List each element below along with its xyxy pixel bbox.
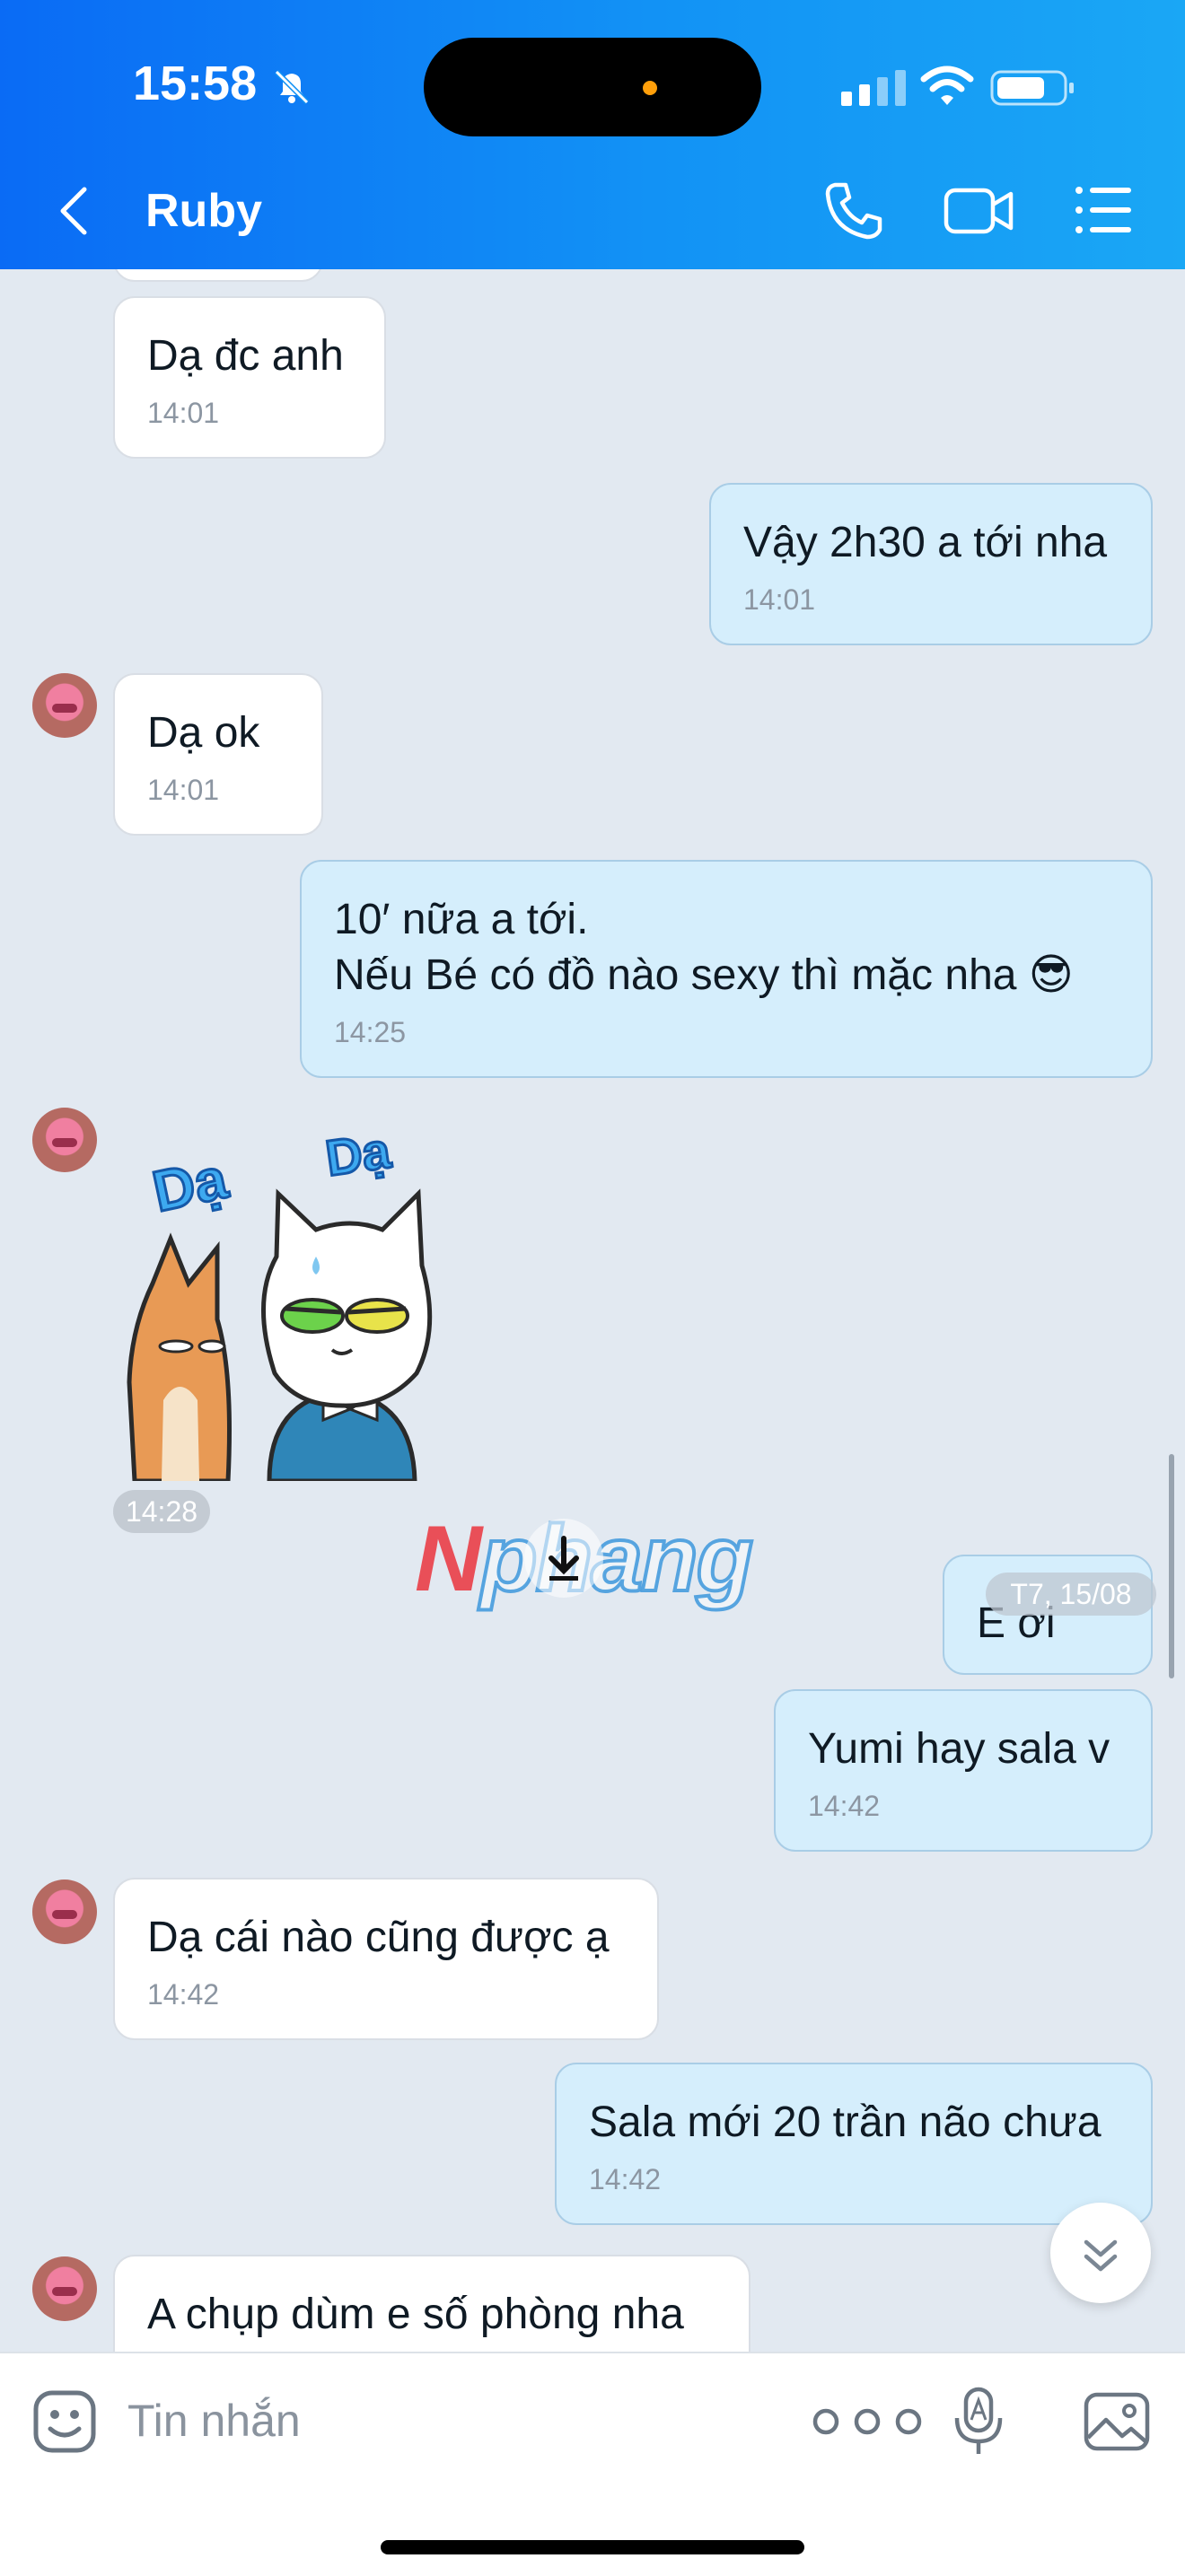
download-icon bbox=[549, 1536, 579, 1581]
message-composer: Tin nhắn bbox=[0, 2352, 1185, 2576]
cellular-signal-icon bbox=[841, 70, 906, 106]
message-bubble-outgoing[interactable]: Yumi hay sala v 14:42 bbox=[774, 1689, 1153, 1852]
date-separator: T7, 15/08 bbox=[986, 1573, 1156, 1616]
avatar[interactable] bbox=[32, 1108, 97, 1172]
message-time: 14:42 bbox=[589, 2163, 662, 2195]
message-bubble-incoming[interactable]: A chụp dùm e số phòng nha bbox=[113, 2255, 750, 2352]
message-time: 14:01 bbox=[743, 583, 816, 616]
message-bubble-incoming[interactable]: Dạ đc anh 14:01 bbox=[113, 296, 386, 459]
more-dots-icon[interactable] bbox=[808, 2404, 926, 2440]
message-time: 14:28 bbox=[113, 1490, 210, 1533]
message-time: 14:42 bbox=[147, 1978, 220, 2011]
scroll-down-icon bbox=[1084, 2239, 1118, 2272]
download-button[interactable] bbox=[524, 1519, 603, 1598]
avatar[interactable] bbox=[32, 1879, 97, 1944]
scroll-down-button[interactable] bbox=[1050, 2203, 1151, 2303]
voice-mic-icon[interactable] bbox=[952, 2386, 1005, 2458]
list-menu-icon[interactable] bbox=[1074, 183, 1133, 237]
battery-icon bbox=[990, 70, 1074, 106]
avatar[interactable] bbox=[32, 2256, 97, 2321]
sticker-text-left: Dạ bbox=[147, 1145, 233, 1224]
privacy-dot bbox=[643, 81, 657, 95]
message-list[interactable]: Dạ đc anh 14:01 Vậy 2h30 a tới nha 14:01… bbox=[0, 269, 1185, 2352]
message-text: Dạ ok bbox=[147, 709, 260, 757]
chat-header: 15:58 Ruby bbox=[0, 0, 1185, 269]
sticker-image[interactable]: Dạ Dạ bbox=[117, 1104, 494, 1481]
message-time: 14:42 bbox=[808, 1790, 881, 1822]
contact-name[interactable]: Ruby bbox=[145, 184, 262, 238]
message-bubble-incoming[interactable]: Dạ cái nào cũng được ạ 14:42 bbox=[113, 1878, 659, 2040]
phone-icon[interactable] bbox=[822, 180, 885, 242]
wifi-icon bbox=[920, 66, 974, 105]
message-time: 14:25 bbox=[334, 1016, 407, 1048]
message-text: Vậy 2h30 a tới nha bbox=[743, 519, 1108, 566]
bell-off-icon bbox=[274, 69, 310, 105]
message-text: Dạ cái nào cũng được ạ bbox=[147, 1914, 610, 1961]
watermark-text: phang bbox=[478, 1505, 755, 1613]
watermark-initial: N bbox=[415, 1507, 482, 1611]
message-bubble-outgoing[interactable]: 10′ nữa a tới. Nếu Bé có đồ nào sexy thì… bbox=[300, 860, 1153, 1078]
avatar[interactable] bbox=[32, 673, 97, 738]
dynamic-island bbox=[424, 38, 761, 136]
message-bubble-outgoing[interactable]: Sala mới 20 trần não chưa 14:42 bbox=[555, 2063, 1153, 2225]
message-text: Yumi hay sala v bbox=[808, 1725, 1110, 1773]
message-input[interactable]: Tin nhắn bbox=[127, 2395, 301, 2447]
message-bubble-incoming[interactable] bbox=[113, 269, 323, 282]
image-gallery-icon[interactable] bbox=[1083, 2391, 1151, 2452]
message-bubble-outgoing[interactable]: Vậy 2h30 a tới nha 14:01 bbox=[709, 483, 1153, 645]
message-text: 10′ nữa a tới. Nếu Bé có đồ nào sexy thì… bbox=[334, 896, 1074, 999]
sticker-text-right: Dạ bbox=[322, 1121, 395, 1186]
sticker-emoji-icon[interactable] bbox=[32, 2389, 97, 2454]
scrollbar[interactable] bbox=[1169, 1454, 1174, 1678]
message-text: A chụp dùm e số phòng nha bbox=[147, 2291, 684, 2338]
message-text: Sala mới 20 trần não chưa bbox=[589, 2098, 1102, 2146]
message-bubble-incoming[interactable]: Dạ ok 14:01 bbox=[113, 673, 323, 836]
message-time: 14:01 bbox=[147, 397, 220, 429]
back-chevron-icon[interactable] bbox=[56, 184, 92, 238]
video-camera-icon[interactable] bbox=[943, 183, 1014, 239]
home-indicator bbox=[381, 2540, 804, 2554]
status-time: 15:58 bbox=[133, 57, 258, 110]
message-time: 14:01 bbox=[147, 774, 220, 806]
message-text: Dạ đc anh bbox=[147, 332, 344, 380]
